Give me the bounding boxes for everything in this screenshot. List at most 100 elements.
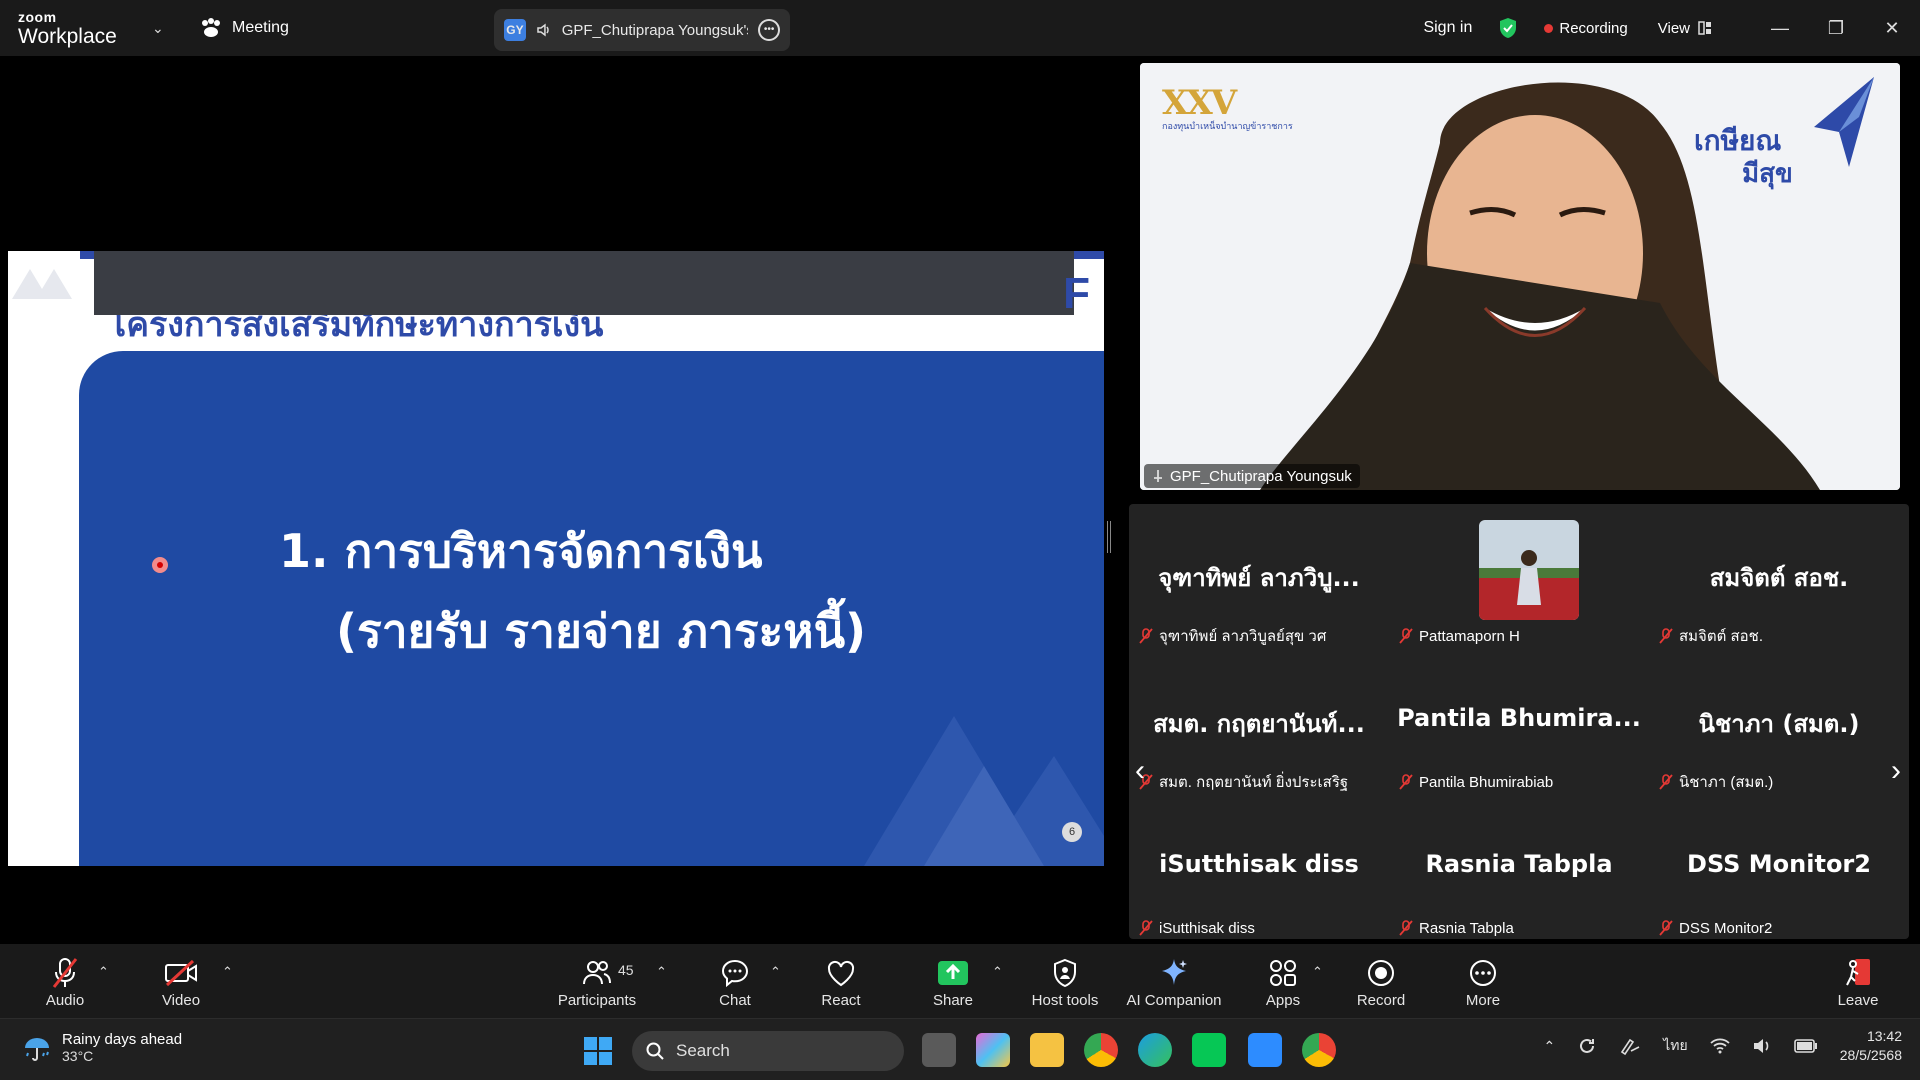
volume-icon[interactable]: [1752, 1038, 1772, 1054]
share-options-chevron-icon[interactable]: ⌃: [992, 964, 1003, 980]
audio-button[interactable]: Audio: [40, 944, 90, 1018]
participant-tile[interactable]: สมจิตต์ สอช. สมจิตต์ สอช.: [1649, 504, 1909, 649]
recording-indicator[interactable]: Recording: [1544, 19, 1628, 37]
pen-input-icon[interactable]: [1619, 1036, 1641, 1056]
participant-name-tag: Pattamaporn H: [1399, 625, 1520, 647]
gallery-prev-icon[interactable]: ‹: [1135, 754, 1145, 788]
slide-logo-left: [12, 269, 72, 299]
recording-label: Recording: [1559, 19, 1628, 37]
participant-name-tag: DSS Monitor2: [1659, 917, 1772, 939]
language-indicator[interactable]: ไทย: [1663, 1035, 1687, 1057]
sync-icon[interactable]: [1577, 1036, 1597, 1056]
more-options-icon[interactable]: •••: [758, 19, 780, 41]
wifi-icon[interactable]: [1710, 1038, 1730, 1054]
paper-bird-icon: [1814, 77, 1874, 167]
participant-name: iSutthisak diss: [1159, 919, 1255, 937]
participant-tile[interactable]: DSS Monitor2 DSS Monitor2: [1649, 796, 1909, 941]
mic-muted-icon: [1399, 628, 1413, 644]
apps-button[interactable]: Apps: [1260, 944, 1306, 1018]
participant-name-tag: สมจิตต์ สอช.: [1659, 625, 1763, 647]
participant-name-tag: จุฑาทิพย์ ลาภวิบูลย์สุข วศ: [1139, 625, 1326, 647]
mic-muted-icon: [1139, 628, 1153, 644]
apps-options-chevron-icon[interactable]: ⌃: [1312, 964, 1323, 980]
battery-icon[interactable]: [1793, 1039, 1818, 1053]
share-screen-icon: [938, 961, 968, 985]
record-button[interactable]: Record: [1357, 944, 1405, 1018]
panel-resize-handle[interactable]: [1107, 521, 1111, 553]
active-speaker-video[interactable]: XXV กองทุนบำเหน็จบำนาญข้าราชการ เกษียณ ม…: [1140, 63, 1900, 490]
chrome-profile-icon[interactable]: [1302, 1033, 1336, 1067]
more-button[interactable]: More: [1460, 944, 1506, 1018]
participants-button[interactable]: Participants: [552, 944, 642, 1018]
line-app-icon[interactable]: [1192, 1033, 1226, 1067]
close-button[interactable]: ✕: [1864, 0, 1920, 56]
gpf-logo-mark: XXV: [1162, 83, 1237, 123]
participant-tile[interactable]: Pantila Bhumira... Pantila Bhumirabiab: [1389, 650, 1649, 795]
participant-tile[interactable]: สมต. กฤตยานันท์... สมต. กฤตยานันท์ ยิ่งป…: [1129, 650, 1389, 795]
meeting-menu[interactable]: Meeting: [200, 18, 289, 38]
participant-display-name: DSS Monitor2: [1687, 850, 1871, 878]
windows-start-icon[interactable]: [584, 1037, 612, 1065]
slide-body-text: 1. การบริหารจัดการเงิน (รายรับ รายจ่าย ภ…: [279, 511, 866, 671]
zoom-workplace-logo[interactable]: zoom Workplace: [18, 10, 117, 47]
minimize-button[interactable]: —: [1752, 0, 1808, 56]
host-tools-button[interactable]: Host tools: [1030, 944, 1100, 1018]
zoom-app-icon[interactable]: [1248, 1033, 1282, 1067]
chevron-down-icon[interactable]: ⌄: [152, 20, 164, 37]
umbrella-rain-icon: [25, 1037, 49, 1061]
participant-tile[interactable]: Pattamaporn H: [1389, 504, 1649, 649]
participant-count: 45: [618, 962, 634, 978]
chat-button[interactable]: Chat: [712, 944, 758, 1018]
view-menu[interactable]: View: [1658, 20, 1712, 37]
participants-options-chevron-icon[interactable]: ⌃: [656, 964, 667, 980]
gallery-next-icon[interactable]: ›: [1891, 754, 1901, 788]
react-label: React: [821, 992, 861, 1009]
taskbar-search[interactable]: Search: [632, 1031, 904, 1071]
participant-name-tag: นิชาภา (สมต.): [1659, 771, 1773, 793]
clock-date: 28/5/2568: [1839, 1047, 1902, 1063]
gpf-logo: XXV กองทุนบำเหน็จบำนาญข้าราชการ: [1162, 83, 1293, 133]
leave-button[interactable]: Leave: [1834, 944, 1882, 1018]
copilot-icon[interactable]: [976, 1033, 1010, 1067]
participant-gallery: จุฑาทิพย์ ลาภวิบู... จุฑาทิพย์ ลาภวิบูลย…: [1129, 504, 1909, 939]
share-button[interactable]: Share: [930, 944, 976, 1018]
participant-tile[interactable]: Rasnia Tabpla Rasnia Tabpla: [1389, 796, 1649, 941]
video-label: Video: [161, 992, 201, 1009]
chrome-icon[interactable]: [1084, 1033, 1118, 1067]
more-label: More: [1465, 992, 1501, 1009]
encryption-shield-icon[interactable]: [1498, 17, 1518, 39]
active-speaker-name: GPF_Chutiprapa Youngsuk's :: [561, 21, 749, 39]
weather-title: Rainy days ahead: [62, 1031, 183, 1048]
audio-options-chevron-icon[interactable]: ⌃: [98, 964, 109, 980]
windows-taskbar: Rainy days ahead 33°C Search ⌃ ไทย 13:42…: [0, 1018, 1920, 1080]
sign-in-link[interactable]: Sign in: [1423, 19, 1472, 37]
taskbar-clock[interactable]: 13:42 28/5/2568: [1840, 1027, 1902, 1065]
weather-widget[interactable]: Rainy days ahead 33°C: [22, 1031, 182, 1064]
file-explorer-icon[interactable]: [1030, 1033, 1064, 1067]
participant-tile[interactable]: iSutthisak diss iSutthisak diss: [1129, 796, 1389, 941]
slide-decoration: [864, 716, 1104, 866]
react-button[interactable]: React: [818, 944, 864, 1018]
slide-header: โครงการส่งเสริมทักษะทางการเงิน F: [8, 251, 1104, 351]
mic-muted-icon: [1659, 628, 1673, 644]
restore-button[interactable]: ❐: [1808, 0, 1864, 56]
tray-overflow-chevron-icon[interactable]: ⌃: [1543, 1038, 1555, 1055]
chat-options-chevron-icon[interactable]: ⌃: [770, 964, 781, 980]
share-overlay-bar: [94, 251, 1074, 315]
participant-display-name: Rasnia Tabpla: [1425, 850, 1613, 878]
ai-companion-button[interactable]: AI Companion: [1124, 944, 1224, 1018]
participant-photo: [1479, 520, 1579, 620]
shared-screen[interactable]: โครงการส่งเสริมทักษะทางการเงิน F 1. การบ…: [8, 251, 1104, 866]
mic-muted-icon: [1659, 920, 1673, 936]
edge-icon[interactable]: [1138, 1033, 1172, 1067]
video-button[interactable]: Video: [156, 944, 206, 1018]
task-view-icon[interactable]: [922, 1033, 956, 1067]
brand-zoom: zoom: [18, 9, 57, 25]
audio-label: Audio: [45, 992, 85, 1009]
video-options-chevron-icon[interactable]: ⌃: [222, 964, 233, 980]
participant-display-name: จุฑาทิพย์ ลาภวิบู...: [1158, 564, 1360, 592]
active-speaker-pill[interactable]: GY GPF_Chutiprapa Youngsuk's : •••: [494, 9, 790, 51]
participant-tile[interactable]: จุฑาทิพย์ ลาภวิบู... จุฑาทิพย์ ลาภวิบูลย…: [1129, 504, 1389, 649]
chat-icon: [721, 959, 749, 988]
participant-tile[interactable]: นิชาภา (สมต.) นิชาภา (สมต.): [1649, 650, 1909, 795]
